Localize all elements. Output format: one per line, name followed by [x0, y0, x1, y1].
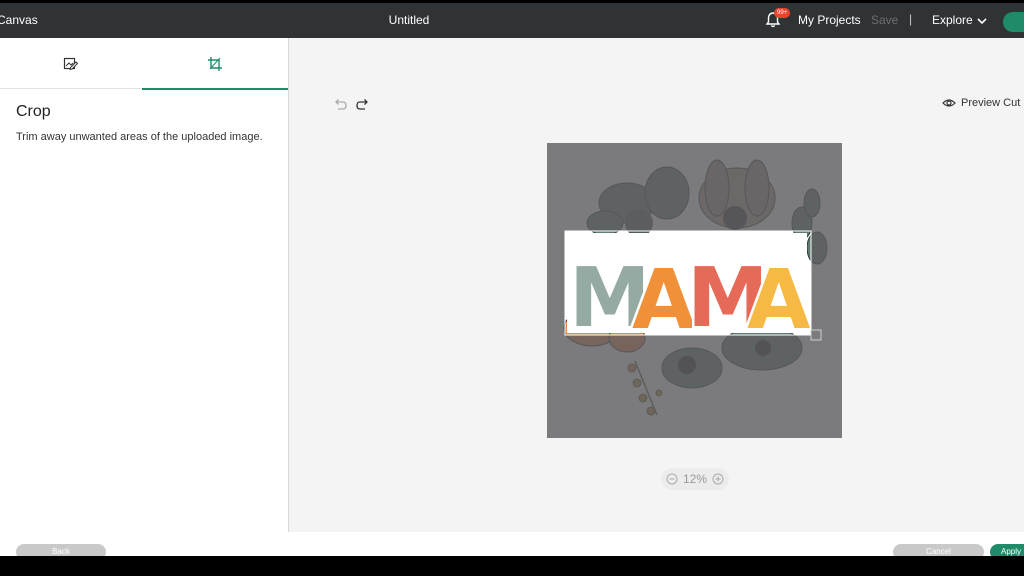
crop-icon [208, 56, 222, 71]
undo-icon[interactable] [333, 98, 347, 110]
zoom-out-icon[interactable] [666, 473, 678, 485]
tab-crop[interactable] [142, 38, 288, 90]
panel-title: Crop [16, 103, 51, 120]
mama-lettering: M A M A [567, 233, 814, 351]
crop-artboard[interactable]: M A M A [547, 143, 842, 438]
my-projects-link[interactable]: My Projects [798, 13, 861, 27]
panel-tabs [0, 38, 288, 90]
edit-image-icon [63, 57, 79, 70]
letterbox-bar [0, 556, 1024, 576]
save-button[interactable]: Save [871, 13, 898, 27]
notification-badge: 99+ [774, 8, 791, 18]
divider: | [909, 12, 913, 26]
svg-text:A: A [747, 253, 811, 348]
zoom-level: 12% [682, 472, 708, 486]
eye-icon [942, 99, 956, 107]
tab-edit-image[interactable] [0, 38, 142, 89]
zoom-in-icon[interactable] [712, 473, 724, 485]
explore-menu[interactable]: Explore [932, 13, 973, 27]
bottom-bar: Back Cancel Apply [0, 532, 1024, 560]
side-panel: Crop Trim away unwanted areas of the upl… [0, 38, 289, 532]
preview-cut-label: Preview Cut [961, 97, 1021, 109]
app-title[interactable]: Canvas [0, 13, 38, 27]
preview-cut-button[interactable]: Preview Cut [942, 97, 1020, 109]
top-bar: Canvas Untitled 99+ My Projects Save | E… [0, 3, 1024, 38]
panel-description: Trim away unwanted areas of the uploaded… [16, 131, 263, 143]
redo-icon[interactable] [356, 98, 370, 110]
zoom-control: 12% [661, 468, 729, 490]
canvas-area: Preview Cut M A M A 12% [289, 38, 1024, 532]
document-title[interactable]: Untitled [370, 13, 448, 27]
make-it-button[interactable] [1003, 12, 1024, 32]
chevron-down-icon[interactable] [976, 16, 988, 26]
